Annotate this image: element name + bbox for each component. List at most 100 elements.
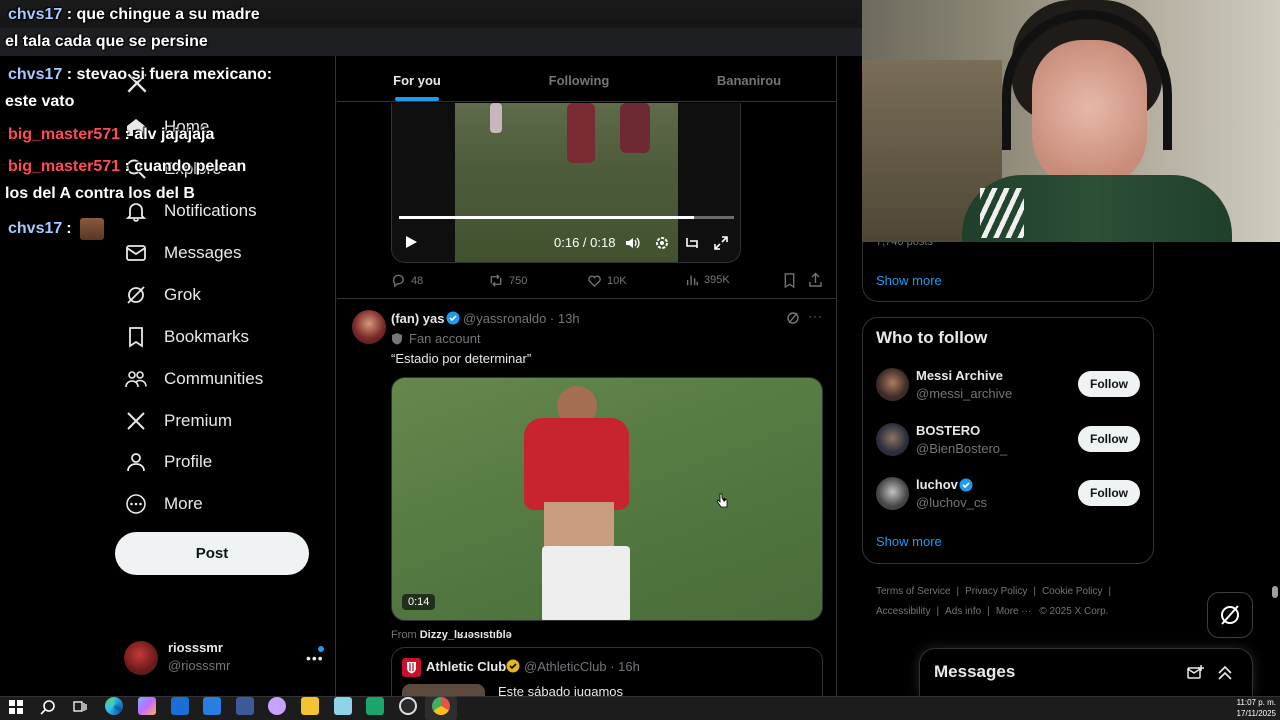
active-app-indicator: [425, 696, 457, 720]
views-button[interactable]: 395K: [685, 273, 730, 287]
player-figure: [490, 103, 502, 133]
quoted-handle-text: @AthleticClub: [524, 659, 607, 674]
grok-icon: [124, 283, 148, 307]
post-button[interactable]: Post: [115, 532, 309, 575]
follow-button[interactable]: Follow: [1078, 371, 1140, 397]
share-icon[interactable]: [808, 272, 823, 288]
sidebar-item-more[interactable]: More: [124, 486, 203, 522]
sidebar-item-grok[interactable]: Grok: [124, 277, 201, 313]
chat-message: chvs17 : que chingue a su madre: [8, 6, 260, 24]
sidebar-item-messages[interactable]: Messages: [124, 235, 241, 271]
outlook-icon[interactable]: [171, 697, 189, 715]
tweet-video[interactable]: 0:14: [391, 377, 823, 621]
tab-bananirou[interactable]: Bananirou: [661, 60, 837, 100]
player-figure: [544, 502, 614, 550]
file-explorer-icon[interactable]: [301, 697, 319, 715]
footer-link-terms[interactable]: Terms of Service: [876, 586, 950, 597]
obs-icon[interactable]: [399, 697, 417, 715]
page-scrollbar[interactable]: [1272, 586, 1278, 598]
chat-message: big_master571 : cuando pelean: [8, 158, 246, 176]
bookmark-tweet-icon[interactable]: [783, 273, 796, 288]
windows-start-icon[interactable]: [9, 700, 23, 714]
tab-following[interactable]: Following: [497, 60, 661, 100]
follow-suggestion[interactable]: luchov @luchov_cs Follow: [876, 475, 1140, 515]
quoted-tweet[interactable]: Athletic Club @AthleticClub · 16h Este s…: [391, 647, 823, 697]
messages-drawer[interactable]: Messages: [919, 648, 1253, 696]
edge-browser-icon[interactable]: [105, 697, 123, 715]
sidebar-item-communities[interactable]: Communities: [124, 361, 263, 397]
reply-button[interactable]: 48: [391, 273, 423, 288]
settings-gear-icon[interactable]: [654, 235, 670, 251]
new-message-icon[interactable]: [1187, 664, 1205, 682]
footer-links: Terms of Service | Privacy Policy | Cookie P…: [876, 582, 1146, 622]
sidebar-item-profile[interactable]: Profile: [124, 444, 212, 480]
clock[interactable]: 11:07 p. m. 17/11/2025: [1226, 697, 1276, 719]
webcam-shirt-stripes: [980, 188, 1024, 238]
clock-date: 17/11/2025: [1236, 709, 1276, 718]
expand-drawer-icon[interactable]: [1217, 664, 1233, 682]
follow-button[interactable]: Follow: [1078, 426, 1140, 452]
footer-link-privacy[interactable]: Privacy Policy: [965, 586, 1027, 597]
video-player[interactable]: 0:16 / 0:18: [391, 103, 741, 263]
chat-text: este vato: [5, 93, 75, 110]
account-switcher[interactable]: riosssmr @riosssmr •••: [124, 638, 324, 678]
tweet-avatar[interactable]: [352, 310, 386, 344]
tweet-author-handle[interactable]: @yassronaldo · 13h: [463, 311, 580, 326]
grok-floating-button[interactable]: [1207, 592, 1253, 638]
tweet-text: “Estadio por determinar”: [391, 351, 532, 366]
chat-text: : alv jajajaja: [124, 126, 215, 143]
footer-link-ads[interactable]: Ads info: [945, 606, 981, 617]
follow-suggestion[interactable]: BOSTERO @BienBostero_ Follow: [876, 421, 1140, 461]
footer-link-cookie[interactable]: Cookie Policy: [1042, 586, 1103, 597]
trends-show-more[interactable]: Show more: [876, 273, 942, 288]
follow-suggestion[interactable]: Messi Archive @messi_archive Follow: [876, 366, 1140, 406]
app-icon[interactable]: [334, 697, 352, 715]
volume-icon[interactable]: [624, 235, 640, 251]
footer-link-more[interactable]: More ···: [996, 606, 1032, 617]
player-figure: [542, 546, 630, 620]
tweet-author-name[interactable]: (fan) yas: [391, 311, 444, 326]
taskbar-search-icon[interactable]: [40, 699, 56, 715]
like-button[interactable]: 10K: [587, 273, 627, 288]
follow-button[interactable]: Follow: [1078, 480, 1140, 506]
store-icon[interactable]: [203, 697, 221, 715]
avatar: [876, 368, 909, 401]
fullscreen-icon[interactable]: [713, 235, 729, 251]
brave-icon[interactable]: [268, 697, 286, 715]
footer-link-accessibility[interactable]: Accessibility: [876, 606, 930, 617]
video-progress-track[interactable]: [399, 216, 734, 219]
account-handle: @riosssmr: [168, 658, 231, 673]
sidebar-item-bookmarks[interactable]: Bookmarks: [124, 319, 249, 355]
picture-in-picture-icon[interactable]: [684, 235, 700, 251]
copilot-icon[interactable]: [138, 697, 156, 715]
more-dots-icon[interactable]: •••: [306, 650, 324, 666]
sidebar-item-label: Bookmarks: [164, 327, 250, 346]
sidebar-item-label: More: [164, 494, 203, 513]
footer-separator: |: [936, 606, 940, 617]
play-icon[interactable]: [404, 235, 418, 249]
video-duration: 0:14: [402, 594, 436, 610]
chat-message: chvs17 :: [8, 218, 104, 240]
post-button-label: Post: [195, 545, 229, 562]
from-attribution[interactable]: From Dizzy_lʁɹǝsıstıɓlǝ: [391, 629, 512, 641]
tweet-more-icon[interactable]: ···: [808, 309, 823, 323]
account-name: riosssmr: [168, 640, 223, 655]
chat-message: big_master571 : alv jajajaja: [8, 126, 214, 144]
repost-button[interactable]: 750: [488, 273, 527, 288]
verified-badge-icon: [959, 478, 973, 492]
suggestion-handle: @messi_archive: [916, 386, 1013, 401]
chat-username: chvs17: [8, 220, 63, 237]
sidebar-item-premium[interactable]: Premium: [124, 403, 232, 439]
who-to-follow-show-more[interactable]: Show more: [876, 534, 942, 549]
task-view-icon[interactable]: [73, 700, 87, 714]
grok-explain-icon[interactable]: [786, 311, 800, 325]
divider: [337, 298, 836, 299]
from-label: From: [391, 629, 417, 641]
app-icon[interactable]: [366, 697, 384, 715]
app-icon[interactable]: [236, 697, 254, 715]
tab-for-you[interactable]: For you: [337, 60, 497, 100]
sidebar-item-label: Communities: [164, 369, 264, 388]
chat-text: : cuando pelean: [124, 158, 247, 175]
suggestion-name: Messi Archive: [916, 368, 1003, 383]
footer-separator: |: [1033, 586, 1036, 597]
